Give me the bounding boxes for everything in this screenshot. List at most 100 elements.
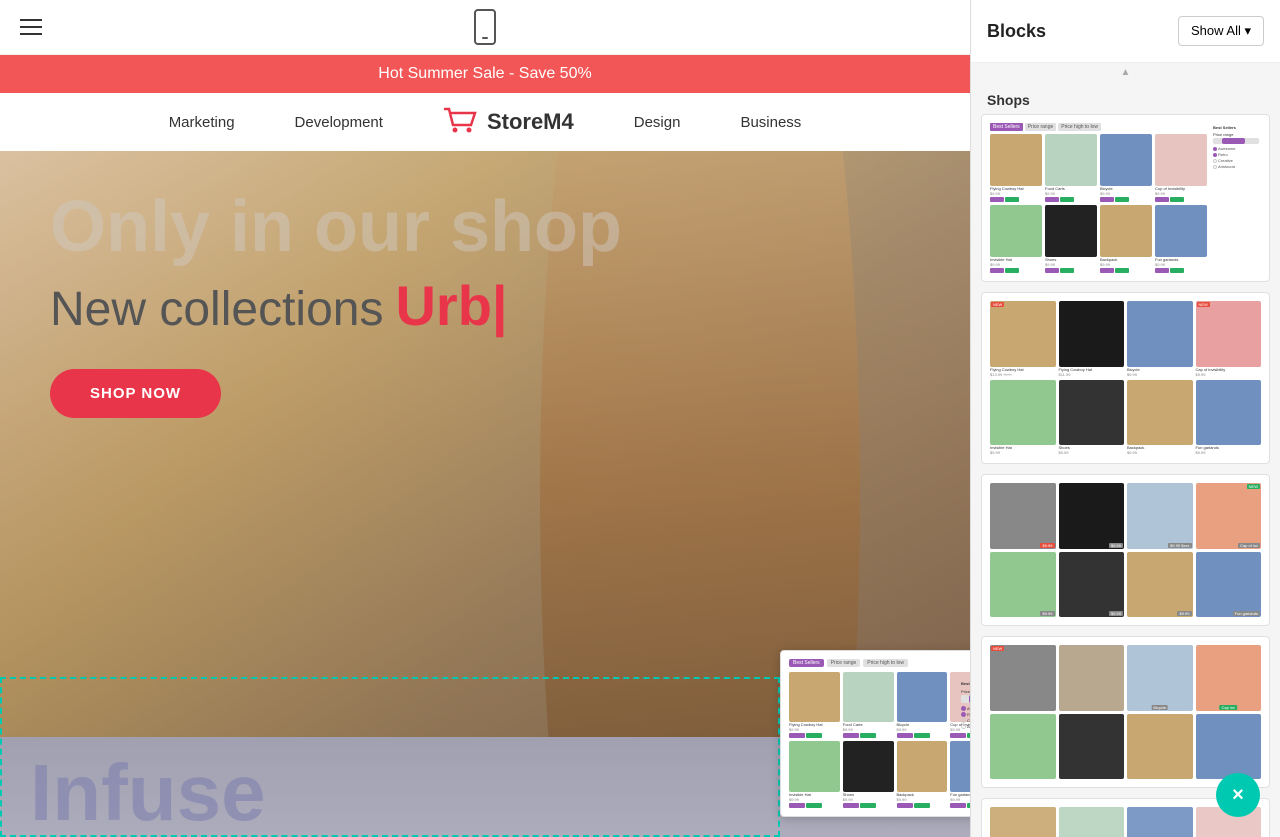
block-item: Pool Cart $9.99 (1059, 807, 1125, 837)
block-item: Bicycle $9.99 (1127, 807, 1193, 837)
right-panel-header: Blocks Show All ▾ (971, 0, 1280, 63)
announcement-bar: Hot Summer Sale - Save 50% (0, 55, 970, 93)
scroll-up-indicator[interactable]: ▲ (971, 63, 1280, 82)
mini-tag-3: Price high to low (863, 659, 908, 667)
mini-preview-popup: Best Sellers Price range Price high to l… (780, 650, 970, 818)
block-item: Flying Cowboy Hat $9.99 (990, 134, 1042, 202)
block-item (990, 714, 1056, 780)
block-item: Backpack $9.99 (1127, 380, 1193, 456)
block-card-2[interactable]: NEW Flying Cowboy Hat $13.99 $xxx Flying… (981, 292, 1270, 464)
block-2-row2: Invisible Hat $9.99 Shoes $9.99 Backpack… (990, 380, 1261, 456)
close-icon: × (1232, 784, 1244, 807)
block-item: NEW Cap of invisibility $9.99 (1196, 301, 1262, 377)
block-item: Fun garlands $9.99 (1155, 205, 1207, 273)
mini-tags-row: Best Sellers Price range Price high to l… (789, 659, 970, 667)
block-item: $9.99 (1059, 552, 1125, 618)
mini-item-8: Fun garlands $9.99 (950, 741, 970, 808)
hero-accent-row: Urb | (395, 273, 507, 338)
dashed-selection-box (0, 677, 780, 837)
block-1-items-row2: Invisible Hat $9.99 Shoes $9.99 (990, 205, 1207, 273)
block-item: Backpack $9.99 (1100, 205, 1152, 273)
block-item: Fun garlands (1196, 552, 1262, 618)
nav-item-business[interactable]: Business (740, 114, 801, 131)
top-bar (0, 0, 970, 55)
mini-item-7: Backpack $9.99 (897, 741, 948, 808)
hero-accent-text: Urb (395, 273, 491, 338)
block-card-3[interactable]: $9.99 $9.99 $9.99 $xxx NEW Cap o (981, 474, 1270, 626)
nav-bar: Marketing Development StoreM4 Design Bus… (0, 93, 970, 151)
shop-now-button[interactable]: SHOP NOW (50, 369, 221, 418)
block-item: $9.99 (990, 552, 1056, 618)
show-all-button[interactable]: Show All ▾ (1178, 16, 1264, 46)
phone-icon (474, 9, 496, 45)
block-1-sidebar: Best Sellers Price range Awesome Retro C… (1211, 123, 1261, 273)
mini-preview-grid: Best Sellers Price range Price high to l… (789, 659, 970, 809)
hamburger-menu[interactable] (20, 19, 42, 35)
close-button[interactable]: × (1216, 773, 1260, 817)
block-1-tags: Best Sellers Price range Price high to l… (990, 123, 1207, 131)
nav-item-marketing[interactable]: Marketing (169, 114, 235, 131)
block-item: $9.99 (1127, 552, 1193, 618)
shops-section-label: Shops (971, 82, 1280, 114)
block-1-grid: Best Sellers Price range Price high to l… (990, 123, 1207, 273)
block-item: Cup of Invisibility $9.99 (1155, 134, 1207, 202)
hero-caret: | (492, 273, 508, 338)
block-item: Bicycle (1127, 645, 1193, 711)
block-item: Shoes $9.99 (1045, 205, 1097, 273)
block-item: Flying Cowboy Hat $11.99 (1059, 301, 1125, 377)
block-item (1059, 714, 1125, 780)
nav-item-development[interactable]: Development (295, 114, 383, 131)
block-3-row2: $9.99 $9.99 $9.99 Fun garlands (990, 552, 1261, 618)
block-item: Shoes $9.99 (1059, 380, 1125, 456)
hero-title-row: New collections Urb | (50, 273, 920, 339)
block-item: NEW Cap of inv (1196, 483, 1262, 549)
right-panel: Blocks Show All ▾ ▲ Shops Best Sellers P… (970, 0, 1280, 837)
block-item: $9.99 (990, 483, 1056, 549)
block-5-row1: Flying Hat $9.99 Pool Cart $9.99 Bicycle… (990, 807, 1261, 837)
announcement-text: Hot Summer Sale - Save 50% (378, 65, 591, 82)
block-item: NEW Flying Cowboy Hat $13.99 $xxx (990, 301, 1056, 377)
block-item (1127, 714, 1193, 780)
block-item: Fun garlands $9.99 (1196, 380, 1262, 456)
block-4-row1: NEW Bicycle Cap inv (990, 645, 1261, 711)
block-3-row1: $9.99 $9.99 $9.99 $xxx NEW Cap o (990, 483, 1261, 549)
block-item: Bicycle $9.99 (1127, 301, 1193, 377)
show-all-label: Show All ▾ (1191, 23, 1251, 39)
tag-price-range: Price range (1025, 123, 1057, 131)
tag-best-sellers: Best Sellers (990, 123, 1023, 131)
block-item (1059, 645, 1125, 711)
mini-item-1: Flying Cowboy Hat $9.99 (789, 672, 840, 739)
block-item: Flying Hat $9.99 (990, 807, 1056, 837)
block-item: Cap inv (1196, 645, 1262, 711)
block-item: Invisible Hat $9.99 (990, 205, 1042, 273)
mini-tag-2: Price range (827, 659, 861, 667)
block-2-row1: NEW Flying Cowboy Hat $13.99 $xxx Flying… (990, 301, 1261, 377)
block-item: Food Carts $9.99 (1045, 134, 1097, 202)
block-item: Bicycle $9.99 (1100, 134, 1152, 202)
hero-subtitle: New collections (50, 281, 383, 339)
block-card-4[interactable]: NEW Bicycle Cap inv (981, 636, 1270, 788)
tag-price-sort: Price high to low (1058, 123, 1101, 131)
right-panel-title: Blocks (987, 21, 1046, 42)
mini-item-3: Bicycle $9.99 (897, 672, 948, 739)
nav-item-design[interactable]: Design (634, 114, 681, 131)
hero-title-main: Only in our shop (50, 191, 920, 263)
mini-item-5: Invisible Hat $9.99 (789, 741, 840, 808)
mini-preview-sidebar: Best Sellers Price range Awesome Retro C… (961, 681, 970, 729)
nav-logo[interactable]: StoreM4 (443, 107, 574, 137)
mini-tag-1: Best Sellers (789, 659, 824, 667)
blocks-list: Best Sellers Price range Price high to l… (971, 114, 1280, 837)
mini-item-6: Shoes $9.99 (843, 741, 894, 808)
block-item: Invisible Hat $9.99 (990, 380, 1056, 456)
block-1-items-row1: Flying Cowboy Hat $9.99 Food Carts $9.99 (990, 134, 1207, 202)
logo-text: StoreM4 (487, 109, 574, 135)
block-card-1[interactable]: Best Sellers Price range Price high to l… (981, 114, 1270, 282)
hero-section: Only in our shop New collections Urb | S… (0, 151, 970, 837)
mini-item-2: Food Carts $9.99 (843, 672, 894, 739)
block-item: $9.99 (1059, 483, 1125, 549)
hero-content: Only in our shop New collections Urb | S… (0, 151, 970, 458)
block-item: $9.99 $xxx (1127, 483, 1193, 549)
cart-logo-icon (443, 107, 479, 137)
block-1-content: Best Sellers Price range Price high to l… (990, 123, 1261, 273)
main-area: Hot Summer Sale - Save 50% Marketing Dev… (0, 0, 970, 837)
